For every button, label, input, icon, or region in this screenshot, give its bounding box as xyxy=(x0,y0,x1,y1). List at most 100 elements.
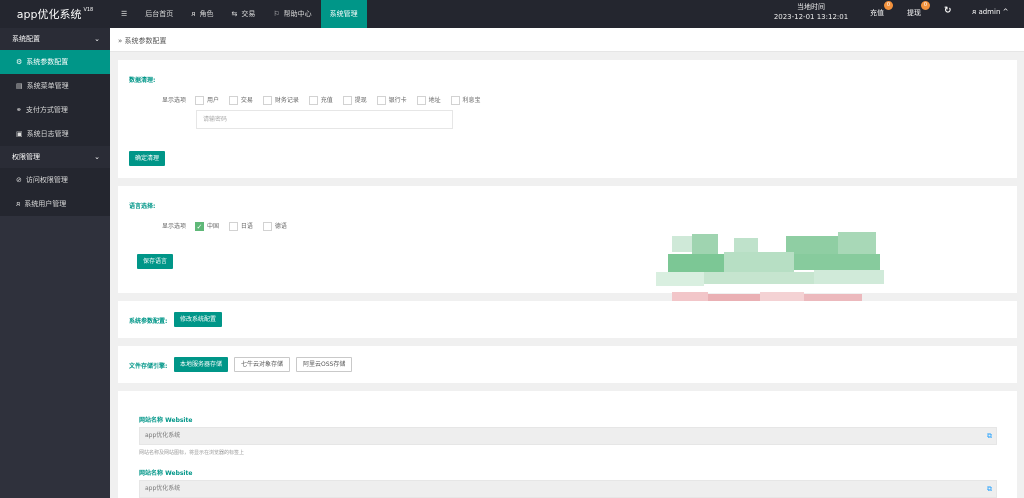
user-icon: ᴙ xyxy=(191,10,196,18)
option-text: 德语 xyxy=(274,223,287,230)
option-bank-card[interactable]: 银行卡 xyxy=(376,96,407,105)
edit-system-config-button[interactable]: 修改系统配置 xyxy=(174,312,223,327)
option-recharge[interactable]: 充值 xyxy=(308,96,333,105)
save-language-button[interactable]: 保存语言 xyxy=(137,254,174,269)
nav-item-home[interactable]: 后台首页 xyxy=(136,0,182,28)
checkbox[interactable] xyxy=(228,96,238,105)
refresh-icon: ↻ xyxy=(944,6,952,16)
website-name-value-2: app优化系统 xyxy=(145,485,181,492)
recharge-button[interactable]: 充值 0 xyxy=(870,1,893,18)
sidebar-group-label: 系统配置 xyxy=(12,35,40,43)
user-menu[interactable]: ᴙ admin ^ xyxy=(972,8,1009,16)
option-japanese[interactable]: 日语 xyxy=(228,222,253,231)
withdraw-badge: 0 xyxy=(921,1,930,10)
option-withdraw[interactable]: 提现 xyxy=(342,96,367,105)
recharge-badge: 0 xyxy=(884,1,893,10)
withdraw-label: 提现 xyxy=(907,9,921,17)
sidebar-group-system-config[interactable]: 系统配置 ⌄ xyxy=(0,28,110,50)
link-icon: ⚭ xyxy=(16,106,22,114)
option-german[interactable]: 德语 xyxy=(262,222,287,231)
gear-icon: ⚙ xyxy=(16,58,23,66)
checkbox[interactable] xyxy=(228,222,238,231)
checkbox[interactable] xyxy=(376,96,386,105)
checkbox[interactable] xyxy=(194,96,204,105)
top-nav: ☰ 后台首页 ᴙ 角色 ⇆ 交易 ⚐ 帮助中心 系统管理 xyxy=(112,0,367,28)
website-name-hint: 网站名称及网站图标，将显示在浏览器的标签上 xyxy=(139,450,245,456)
local-time-label: 当地时间 xyxy=(797,3,825,11)
top-bar: app优化系统 V18 ☰ 后台首页 ᴙ 角色 ⇆ 交易 ⚐ 帮助中心 系统管理 当地时… xyxy=(0,0,1024,28)
local-storage-button[interactable]: 本地服务器存储 xyxy=(174,357,229,372)
option-interest[interactable]: 利息宝 xyxy=(450,96,481,105)
breadcrumb-label: 系统参数配置 xyxy=(124,37,167,45)
exchange-icon: ⇆ xyxy=(231,10,238,18)
sidebar-item-label: 系统菜单管理 xyxy=(26,82,69,90)
sidebar-item-access[interactable]: ⊘ 访问权限管理 xyxy=(0,168,110,192)
flag-icon: ⚐ xyxy=(273,10,280,18)
checkbox[interactable] xyxy=(308,96,318,105)
chevron-up-icon: ^ xyxy=(1002,8,1009,16)
sidebar-item-payment[interactable]: ⚭ 支付方式管理 xyxy=(0,98,110,122)
nav-item-help-label: 帮助中心 xyxy=(283,10,312,18)
copy-icon[interactable]: ⧉ xyxy=(987,428,992,444)
menu-toggle-button[interactable]: ☰ xyxy=(112,0,136,28)
confirm-clean-button[interactable]: 确定清理 xyxy=(129,151,166,166)
nav-item-trade-label: 交易 xyxy=(241,10,256,18)
data-clean-title: 数据清理: xyxy=(129,77,156,84)
copy-icon[interactable]: ⧉ xyxy=(987,481,992,497)
file-icon: ▣ xyxy=(16,130,23,138)
nav-item-system[interactable]: 系统管理 xyxy=(320,0,367,28)
local-time: 当地时间 2023-12-01 13:12:01 xyxy=(770,2,852,22)
breadcrumb-item[interactable]: » 系统参数配置 xyxy=(118,36,167,46)
checkbox[interactable] xyxy=(416,96,426,105)
option-text: 中国 xyxy=(206,223,219,230)
option-trade[interactable]: 交易 xyxy=(228,96,253,105)
option-user[interactable]: 用户 xyxy=(194,96,219,105)
checkbox[interactable] xyxy=(262,222,272,231)
option-text: 地址 xyxy=(428,97,441,104)
username: admin xyxy=(978,8,1001,16)
sidebar-item-system-log[interactable]: ▣ 系统日志管理 xyxy=(0,122,110,146)
option-text: 财务记录 xyxy=(274,97,299,104)
nav-item-help[interactable]: ⚐ 帮助中心 xyxy=(264,0,320,28)
nav-item-role-label: 角色 xyxy=(199,10,214,18)
website-name-input[interactable]: app优化系统 ⧉ xyxy=(139,427,997,445)
shield-icon: ⊘ xyxy=(16,176,22,184)
checkbox[interactable] xyxy=(262,96,272,105)
option-address[interactable]: 地址 xyxy=(416,96,441,105)
nav-item-system-label: 系统管理 xyxy=(329,10,358,18)
nav-item-trade[interactable]: ⇆ 交易 xyxy=(223,0,265,28)
website-name-input-2[interactable]: app优化系统 ⧉ xyxy=(139,480,997,498)
user-icon: ᴙ xyxy=(16,200,21,208)
data-clean-panel: 数据清理: 显示选项 用户 交易 财务记录 充值 提现 银行卡 地址 利息宝 请… xyxy=(118,60,1017,178)
recharge-label: 充值 xyxy=(870,9,884,17)
option-text: 利息宝 xyxy=(462,97,481,104)
qiniu-storage-button[interactable]: 七牛云对象存储 xyxy=(234,357,291,372)
option-label: 显示选项 xyxy=(162,223,187,230)
withdraw-button[interactable]: 提现 0 xyxy=(907,1,930,18)
app-logo[interactable]: app优化系统 V18 xyxy=(0,0,110,28)
sidebar-item-label: 系统日志管理 xyxy=(26,130,69,138)
language-title: 语言选择: xyxy=(129,203,156,210)
sidebar-item-system-menu[interactable]: ▤ 系统菜单管理 xyxy=(0,74,110,98)
option-label: 显示选项 xyxy=(162,97,187,104)
nav-item-role[interactable]: ᴙ 角色 xyxy=(182,0,222,28)
local-time-value: 2023-12-01 13:12:01 xyxy=(773,13,849,21)
checkbox-checked[interactable]: ✓ xyxy=(194,222,204,231)
password-input[interactable]: 请输密码 xyxy=(196,110,453,129)
aliyun-oss-button[interactable]: 阿里云OSS存储 xyxy=(296,357,353,372)
option-text: 提现 xyxy=(354,97,367,104)
chevron-down-icon: ⌄ xyxy=(94,35,100,43)
checkbox[interactable] xyxy=(450,96,460,105)
menu-icon: ☰ xyxy=(121,10,128,18)
sidebar-group-label: 权限管理 xyxy=(12,153,40,161)
option-chinese[interactable]: ✓ 中国 xyxy=(194,222,219,231)
chevron-right-icon: » xyxy=(118,37,123,45)
option-finance[interactable]: 财务记录 xyxy=(262,96,299,105)
checkbox[interactable] xyxy=(342,96,352,105)
nav-item-home-label: 后台首页 xyxy=(145,10,174,18)
refresh-button[interactable]: ↻ xyxy=(944,6,952,16)
sidebar-group-permission[interactable]: 权限管理 ⌄ xyxy=(0,146,110,168)
chevron-down-icon: ⌄ xyxy=(94,153,100,161)
sidebar-item-system-params[interactable]: ⚙ 系统参数配置 xyxy=(0,50,110,74)
sidebar-item-system-users[interactable]: ᴙ 系统用户管理 xyxy=(0,192,110,216)
